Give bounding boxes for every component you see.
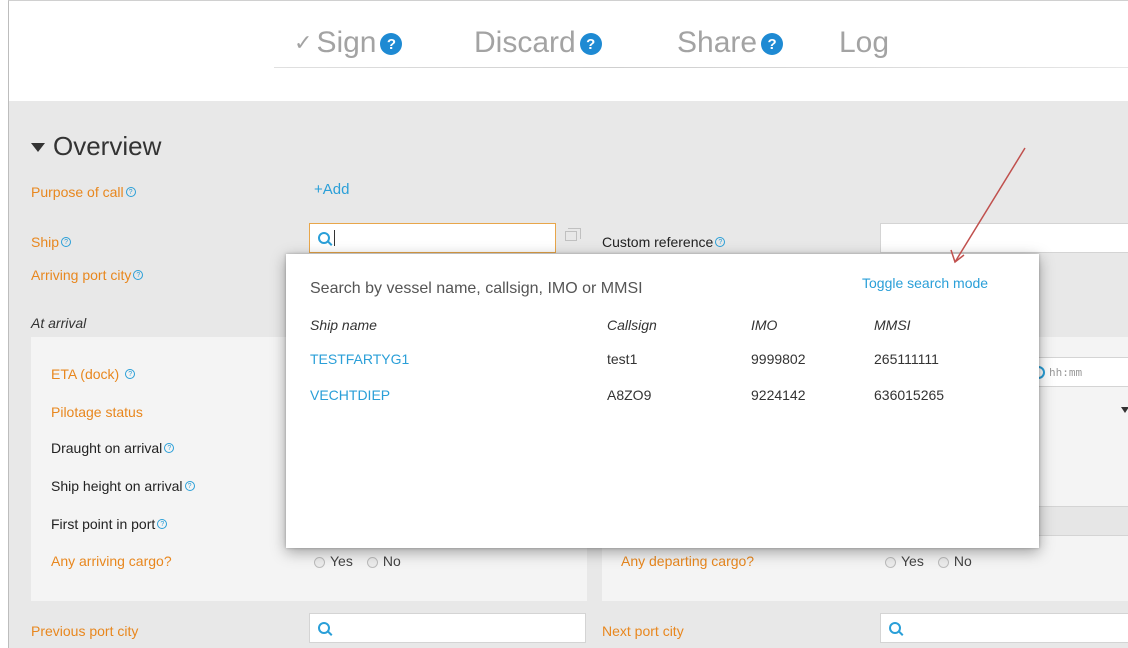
add-purpose-link[interactable]: +Add bbox=[314, 181, 349, 198]
overview-header[interactable]: Overview bbox=[31, 131, 161, 162]
ship-result-imo: 9224142 bbox=[751, 387, 806, 403]
arriving-port-label: Arriving port city ? bbox=[31, 267, 144, 283]
purpose-of-call-text: Purpose of call bbox=[31, 184, 124, 200]
share-label: Share bbox=[677, 26, 758, 59]
next-port-input[interactable] bbox=[880, 613, 1128, 643]
help-icon[interactable]: ? bbox=[125, 187, 136, 197]
ship-result-name[interactable]: TESTFARTYG1 bbox=[310, 351, 409, 367]
arriving-port-text: Arriving port city bbox=[31, 267, 132, 283]
purpose-of-call-label: Purpose of call ? bbox=[31, 184, 136, 200]
ship-search-input[interactable] bbox=[309, 223, 556, 253]
sign-action[interactable]: ✓ Sign ? bbox=[294, 21, 403, 65]
radio-icon bbox=[366, 556, 378, 568]
log-action[interactable]: Log bbox=[839, 21, 889, 65]
ship-result-callsign: A8ZO9 bbox=[607, 387, 652, 403]
yes-text: Yes bbox=[901, 553, 924, 569]
first-point-text: First point in port bbox=[51, 516, 156, 532]
ship-result-name[interactable]: VECHTDIEP bbox=[310, 387, 390, 403]
no-text: No bbox=[382, 553, 401, 569]
sign-label: Sign bbox=[316, 26, 377, 59]
discard-label: Discard bbox=[474, 26, 576, 59]
departing-cargo-radio: Yes No bbox=[885, 553, 986, 569]
help-icon[interactable]: ? bbox=[761, 33, 784, 55]
at-arrival-label: At arrival bbox=[31, 315, 87, 331]
discard-action[interactable]: Discard ? bbox=[474, 21, 602, 65]
radio-icon bbox=[885, 556, 896, 568]
custom-reference-text: Custom reference bbox=[602, 234, 714, 250]
toggle-search-mode-link[interactable]: Toggle search mode bbox=[862, 275, 988, 291]
ship-result-imo: 9999802 bbox=[751, 351, 806, 367]
column-header-callsign: Callsign bbox=[607, 317, 657, 333]
next-port-label: Next port city bbox=[602, 623, 684, 639]
share-action[interactable]: Share ? bbox=[677, 21, 784, 65]
search-icon bbox=[318, 232, 330, 244]
pilotage-status-label: Pilotage status bbox=[51, 404, 143, 420]
arriving-cargo-yes[interactable]: Yes bbox=[314, 553, 353, 569]
eta-dock-label: ETA (dock) ? bbox=[51, 366, 136, 382]
arriving-cargo-label: Any arriving cargo? bbox=[51, 553, 172, 569]
search-icon bbox=[318, 622, 330, 634]
custom-reference-label: Custom reference ? bbox=[602, 234, 726, 250]
ship-height-label: Ship height on arrival ? bbox=[51, 478, 195, 494]
overview-title: Overview bbox=[53, 131, 162, 161]
ship-result-callsign: test1 bbox=[607, 351, 638, 367]
help-icon[interactable]: ? bbox=[157, 519, 168, 529]
ship-label: Ship ? bbox=[31, 234, 72, 250]
search-hint: Search by vessel name, callsign, IMO or … bbox=[310, 280, 643, 297]
yes-text: Yes bbox=[330, 553, 353, 569]
collapse-triangle-icon bbox=[31, 143, 45, 152]
eta-time-input[interactable]: hh:mm bbox=[1027, 357, 1128, 387]
search-icon bbox=[889, 622, 901, 634]
help-icon[interactable]: ? bbox=[125, 369, 136, 379]
time-placeholder: hh:mm bbox=[1049, 365, 1083, 379]
dropdown-arrow-icon[interactable] bbox=[1121, 407, 1128, 413]
draught-text: Draught on arrival bbox=[51, 440, 163, 456]
action-bar-divider bbox=[274, 67, 1128, 68]
column-header-mmsi: MMSI bbox=[874, 317, 911, 333]
help-icon[interactable]: ? bbox=[164, 443, 175, 453]
previous-port-input[interactable] bbox=[309, 613, 586, 643]
action-bar: ✓ Sign ? Discard ? Share ? Log bbox=[9, 1, 1128, 101]
no-text: No bbox=[953, 553, 972, 569]
check-icon: ✓ bbox=[294, 30, 313, 55]
departing-cargo-label: Any departing cargo? bbox=[621, 553, 755, 569]
ship-result-mmsi: 265111111 bbox=[874, 351, 939, 367]
ship-height-text: Ship height on arrival bbox=[51, 478, 183, 494]
radio-icon bbox=[937, 556, 949, 568]
column-header-ship-name: Ship name bbox=[310, 317, 377, 333]
column-header-imo: IMO bbox=[751, 317, 778, 333]
ship-text: Ship bbox=[31, 234, 60, 250]
page-frame: ✓ Sign ? Discard ? Share ? Log Overview … bbox=[8, 0, 1128, 648]
help-icon[interactable]: ? bbox=[133, 270, 144, 280]
radio-icon bbox=[314, 556, 325, 568]
ship-search-popup: Search by vessel name, callsign, IMO or … bbox=[286, 254, 1039, 548]
ship-result-mmsi: 636015265 bbox=[874, 387, 945, 403]
help-icon[interactable]: ? bbox=[715, 237, 726, 247]
copy-icon[interactable] bbox=[565, 228, 581, 241]
help-icon[interactable]: ? bbox=[184, 481, 195, 491]
help-icon[interactable]: ? bbox=[61, 237, 72, 247]
text-caret bbox=[334, 230, 335, 246]
departing-cargo-no[interactable]: No bbox=[937, 553, 972, 569]
previous-port-label: Previous port city bbox=[31, 623, 139, 639]
first-point-label: First point in port ? bbox=[51, 516, 168, 532]
arriving-cargo-radio: Yes No bbox=[314, 553, 415, 569]
custom-reference-input[interactable] bbox=[880, 223, 1128, 253]
eta-dock-text: ETA (dock) bbox=[51, 366, 120, 382]
arriving-cargo-no[interactable]: No bbox=[366, 553, 401, 569]
draught-label: Draught on arrival ? bbox=[51, 440, 175, 456]
help-icon[interactable]: ? bbox=[579, 33, 602, 55]
help-icon[interactable]: ? bbox=[380, 33, 403, 55]
departing-cargo-yes[interactable]: Yes bbox=[885, 553, 924, 569]
log-label: Log bbox=[839, 26, 890, 59]
